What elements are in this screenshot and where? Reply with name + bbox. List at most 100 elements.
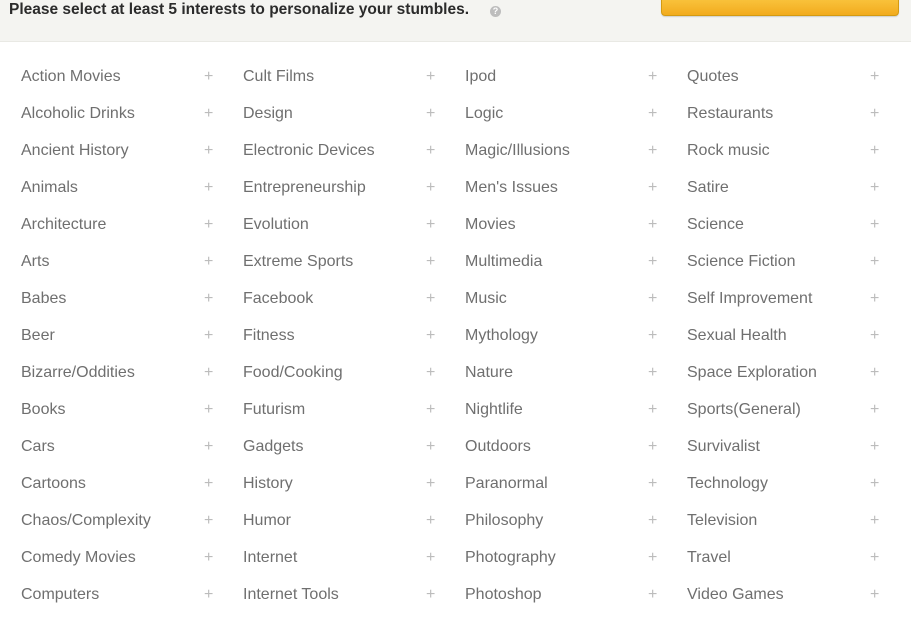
continue-button[interactable] [661, 0, 899, 16]
interest-item[interactable]: Cartoons + [21, 467, 221, 504]
interest-item[interactable]: Action Movies + [21, 60, 221, 97]
interest-item[interactable]: Restaurants + [687, 97, 887, 134]
add-interest-plus-icon[interactable]: + [426, 364, 435, 382]
add-interest-plus-icon[interactable]: + [648, 549, 657, 567]
interest-item[interactable]: Computers + [21, 578, 221, 615]
add-interest-plus-icon[interactable]: + [204, 290, 213, 308]
interest-item[interactable]: Books + [21, 393, 221, 430]
add-interest-plus-icon[interactable]: + [204, 364, 213, 382]
add-interest-plus-icon[interactable]: + [648, 438, 657, 456]
interest-item[interactable]: Satire + [687, 171, 887, 208]
add-interest-plus-icon[interactable]: + [204, 438, 213, 456]
interest-item[interactable]: Ancient History + [21, 134, 221, 171]
add-interest-plus-icon[interactable]: + [648, 68, 657, 86]
add-interest-plus-icon[interactable]: + [870, 105, 879, 123]
add-interest-plus-icon[interactable]: + [204, 68, 213, 86]
interest-item[interactable]: Internet + [243, 541, 443, 578]
interest-item[interactable]: Music + [465, 282, 665, 319]
interest-item[interactable]: Food/Cooking + [243, 356, 443, 393]
add-interest-plus-icon[interactable]: + [204, 586, 213, 604]
interest-item[interactable]: Babes + [21, 282, 221, 319]
interest-item[interactable]: Fitness + [243, 319, 443, 356]
interest-item[interactable]: Electronic Devices + [243, 134, 443, 171]
add-interest-plus-icon[interactable]: + [426, 216, 435, 234]
add-interest-plus-icon[interactable]: + [870, 512, 879, 530]
interest-item[interactable]: Humor + [243, 504, 443, 541]
add-interest-plus-icon[interactable]: + [426, 549, 435, 567]
interest-item[interactable]: Internet Tools + [243, 578, 443, 615]
interest-item[interactable]: Facebook + [243, 282, 443, 319]
interest-item[interactable]: Alcoholic Drinks + [21, 97, 221, 134]
add-interest-plus-icon[interactable]: + [648, 179, 657, 197]
add-interest-plus-icon[interactable]: + [204, 216, 213, 234]
add-interest-plus-icon[interactable]: + [870, 438, 879, 456]
interest-item[interactable]: Video Games + [687, 578, 887, 615]
interest-item[interactable]: Design + [243, 97, 443, 134]
interest-item[interactable]: Animals + [21, 171, 221, 208]
add-interest-plus-icon[interactable]: + [426, 327, 435, 345]
interest-item[interactable]: Multimedia + [465, 245, 665, 282]
add-interest-plus-icon[interactable]: + [426, 253, 435, 271]
interest-item[interactable]: Futurism + [243, 393, 443, 430]
add-interest-plus-icon[interactable]: + [870, 549, 879, 567]
add-interest-plus-icon[interactable]: + [426, 290, 435, 308]
add-interest-plus-icon[interactable]: + [870, 290, 879, 308]
interest-item[interactable]: Survivalist + [687, 430, 887, 467]
add-interest-plus-icon[interactable]: + [648, 253, 657, 271]
interest-item[interactable]: Science + [687, 208, 887, 245]
interest-item[interactable]: Bizarre/Oddities + [21, 356, 221, 393]
interest-item[interactable]: Arts + [21, 245, 221, 282]
help-icon[interactable]: ? [490, 6, 501, 17]
add-interest-plus-icon[interactable]: + [204, 253, 213, 271]
interest-item[interactable]: Beer + [21, 319, 221, 356]
add-interest-plus-icon[interactable]: + [426, 401, 435, 419]
interest-item[interactable]: Quotes + [687, 60, 887, 97]
add-interest-plus-icon[interactable]: + [870, 586, 879, 604]
add-interest-plus-icon[interactable]: + [648, 512, 657, 530]
interest-item[interactable]: Extreme Sports + [243, 245, 443, 282]
add-interest-plus-icon[interactable]: + [204, 105, 213, 123]
add-interest-plus-icon[interactable]: + [204, 327, 213, 345]
add-interest-plus-icon[interactable]: + [204, 475, 213, 493]
interest-item[interactable]: Architecture + [21, 208, 221, 245]
interest-item[interactable]: Sports(General) + [687, 393, 887, 430]
add-interest-plus-icon[interactable]: + [426, 179, 435, 197]
add-interest-plus-icon[interactable]: + [204, 549, 213, 567]
interest-item[interactable]: Movies + [465, 208, 665, 245]
add-interest-plus-icon[interactable]: + [204, 142, 213, 160]
add-interest-plus-icon[interactable]: + [870, 142, 879, 160]
add-interest-plus-icon[interactable]: + [870, 364, 879, 382]
interest-item[interactable]: Men's Issues + [465, 171, 665, 208]
add-interest-plus-icon[interactable]: + [648, 216, 657, 234]
add-interest-plus-icon[interactable]: + [870, 253, 879, 271]
add-interest-plus-icon[interactable]: + [204, 512, 213, 530]
interest-item[interactable]: Photoshop + [465, 578, 665, 615]
interest-item[interactable]: Comedy Movies + [21, 541, 221, 578]
interest-item[interactable]: Science Fiction + [687, 245, 887, 282]
add-interest-plus-icon[interactable]: + [870, 475, 879, 493]
add-interest-plus-icon[interactable]: + [426, 142, 435, 160]
interest-item[interactable]: Entrepreneurship + [243, 171, 443, 208]
interest-item[interactable]: Ipod + [465, 60, 665, 97]
add-interest-plus-icon[interactable]: + [870, 179, 879, 197]
interest-item[interactable]: Logic + [465, 97, 665, 134]
add-interest-plus-icon[interactable]: + [870, 68, 879, 86]
interest-item[interactable]: Self Improvement + [687, 282, 887, 319]
interest-item[interactable]: Cars + [21, 430, 221, 467]
interest-item[interactable]: Cult Films + [243, 60, 443, 97]
add-interest-plus-icon[interactable]: + [648, 290, 657, 308]
interest-item[interactable]: Evolution + [243, 208, 443, 245]
add-interest-plus-icon[interactable]: + [870, 216, 879, 234]
add-interest-plus-icon[interactable]: + [648, 364, 657, 382]
interest-item[interactable]: Travel + [687, 541, 887, 578]
interest-item[interactable]: Space Exploration + [687, 356, 887, 393]
interest-item[interactable]: Philosophy + [465, 504, 665, 541]
add-interest-plus-icon[interactable]: + [870, 327, 879, 345]
add-interest-plus-icon[interactable]: + [426, 475, 435, 493]
add-interest-plus-icon[interactable]: + [648, 401, 657, 419]
interest-item[interactable]: Nature + [465, 356, 665, 393]
add-interest-plus-icon[interactable]: + [204, 179, 213, 197]
add-interest-plus-icon[interactable]: + [426, 586, 435, 604]
interest-item[interactable]: Outdoors + [465, 430, 665, 467]
add-interest-plus-icon[interactable]: + [204, 401, 213, 419]
